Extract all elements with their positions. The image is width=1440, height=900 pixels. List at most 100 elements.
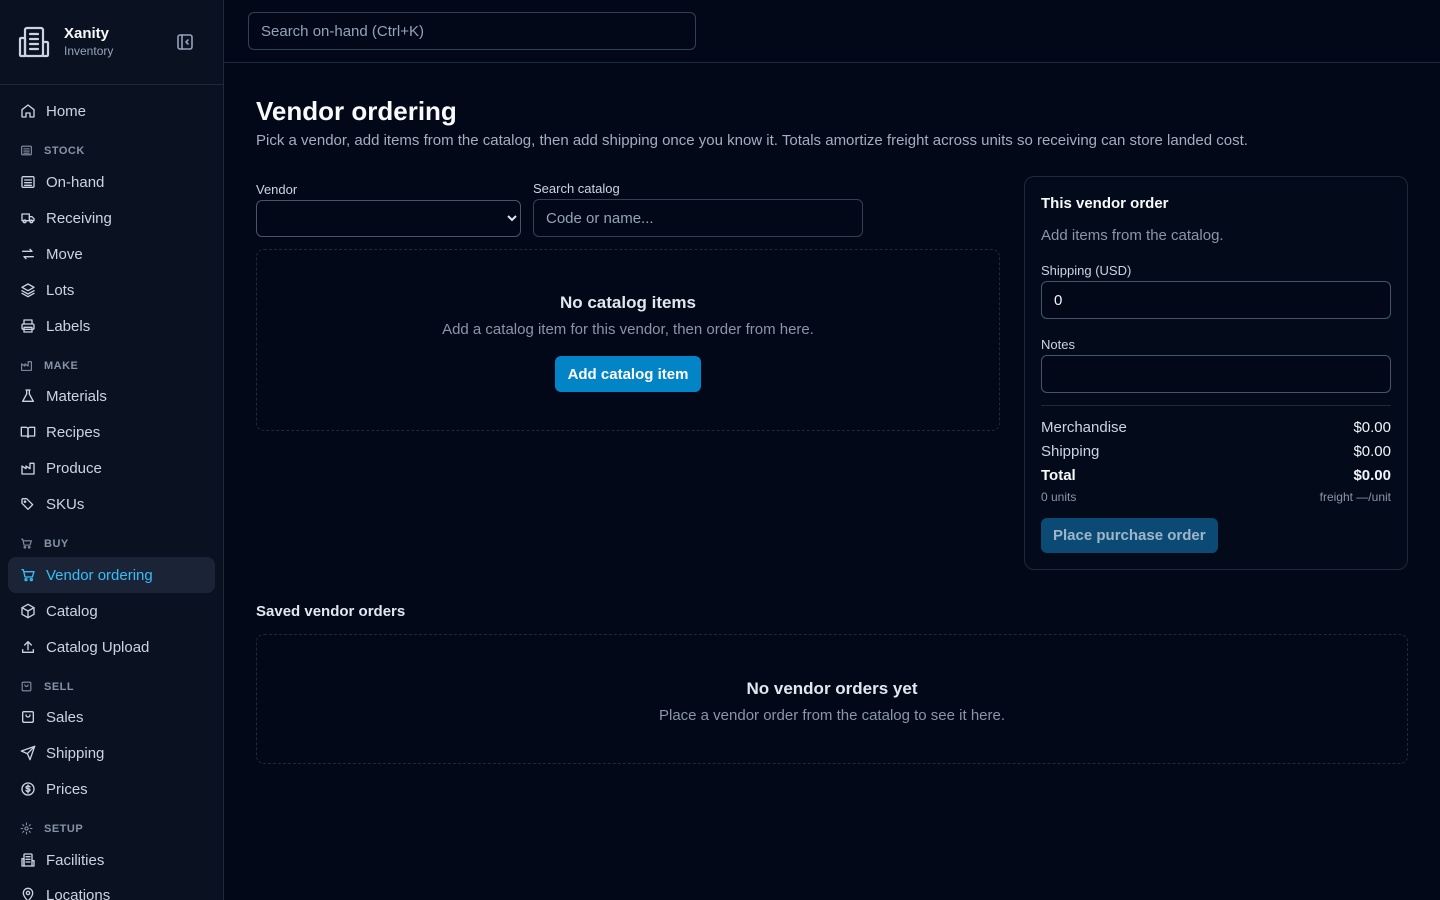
merchandise-row: Merchandise $0.00	[1041, 419, 1391, 436]
saved-orders-empty-title: No vendor orders yet	[746, 679, 918, 698]
catalog-empty-state: No catalog items Add a catalog item for …	[256, 249, 1000, 431]
warehouse-icon	[21, 145, 32, 156]
sidebar-item-label: Materials	[46, 387, 107, 405]
sidebar-item-label: Move	[46, 245, 83, 263]
package-icon	[21, 603, 35, 619]
units-count: 0 units	[1041, 490, 1077, 504]
vendor-label: Vendor	[256, 182, 298, 197]
sidebar-item-move[interactable]: Move	[8, 236, 215, 272]
sidebar-item-label: Sales	[46, 708, 84, 726]
printer-icon	[21, 319, 35, 333]
vendor-select[interactable]	[256, 200, 521, 237]
sidebar-item-label: Shipping	[46, 744, 105, 762]
building-logo-icon	[18, 26, 50, 58]
order-panel-title: This vendor order	[1041, 195, 1169, 212]
layers-icon	[21, 283, 35, 298]
shipping-row: Shipping $0.00	[1041, 443, 1391, 460]
page-title: Vendor ordering	[256, 96, 457, 126]
sidebar-item-locations[interactable]: Locations	[8, 877, 215, 900]
sidebar: Xanity Inventory Home STOCK On-hand Rece…	[0, 0, 224, 900]
sidebar-item-label: SKUs	[46, 495, 85, 513]
sidebar-item-vendor-ordering[interactable]: Vendor ordering	[8, 557, 215, 593]
notes-input[interactable]	[1041, 355, 1391, 393]
notes-label: Notes	[1041, 337, 1075, 352]
truck-icon	[21, 213, 35, 224]
sidebar-item-label: Catalog Upload	[46, 638, 150, 656]
upload-icon	[22, 641, 34, 653]
shipping-usd-input[interactable]	[1041, 281, 1391, 319]
nav-section-make: MAKE	[20, 359, 78, 372]
sidebar-item-facilities[interactable]: Facilities	[8, 842, 215, 878]
factory-icon	[21, 361, 32, 371]
brand-subtitle: Inventory	[64, 44, 114, 58]
saved-orders-title: Saved vendor orders	[256, 603, 406, 620]
sidebar-item-label: Receiving	[46, 209, 112, 227]
freight-per-unit: freight —/unit	[1319, 490, 1391, 504]
vendor-order-panel: This vendor order Add items from the cat…	[1024, 176, 1408, 570]
total-value: $0.00	[1353, 467, 1391, 484]
sidebar-item-prices[interactable]: Prices	[8, 771, 215, 807]
sidebar-item-label: Recipes	[46, 423, 101, 441]
sidebar-item-sales[interactable]: Sales	[8, 699, 215, 735]
page-description: Pick a vendor, add items from the catalo…	[256, 132, 1248, 149]
sidebar-item-home[interactable]: Home	[8, 93, 215, 129]
shipping-value: $0.00	[1353, 443, 1391, 460]
brand-name: Xanity	[64, 25, 110, 42]
sidebar-item-skus[interactable]: SKUs	[8, 486, 215, 522]
sidebar-item-recipes[interactable]: Recipes	[8, 414, 215, 450]
flask-icon	[22, 389, 34, 402]
cart-icon	[21, 538, 32, 549]
shopping-bag-icon	[21, 681, 32, 692]
sidebar-item-produce[interactable]: Produce	[8, 450, 215, 486]
send-icon	[20, 745, 36, 761]
sidebar-item-lots[interactable]: Lots	[8, 272, 215, 308]
shopping-bag-icon	[22, 711, 34, 723]
sidebar-item-label: On-hand	[46, 173, 105, 191]
sidebar-item-label: Prices	[46, 780, 88, 798]
sidebar-item-labels[interactable]: Labels	[8, 308, 215, 344]
units-freight-row: 0 units freight —/unit	[1041, 490, 1391, 504]
home-icon	[21, 104, 35, 118]
nav-section-setup: SETUP	[20, 822, 83, 835]
sidebar-item-shipping[interactable]: Shipping	[8, 735, 215, 771]
place-purchase-order-button[interactable]: Place purchase order	[1041, 518, 1218, 553]
shipping-usd-label: Shipping (USD)	[1041, 263, 1132, 278]
brand-header: Xanity Inventory	[0, 0, 223, 85]
factory-icon	[21, 462, 35, 475]
merchandise-value: $0.00	[1353, 419, 1391, 436]
sidebar-item-label: Vendor ordering	[46, 566, 153, 584]
order-panel-subtitle: Add items from the catalog.	[1041, 227, 1224, 244]
sidebar-item-receiving[interactable]: Receiving	[8, 200, 215, 236]
global-search-input[interactable]	[248, 12, 696, 50]
summary-divider	[1041, 405, 1391, 406]
map-pin-icon	[22, 887, 34, 900]
warehouse-icon	[21, 176, 35, 188]
sidebar-item-on-hand[interactable]: On-hand	[8, 164, 215, 200]
sidebar-item-materials[interactable]: Materials	[8, 378, 215, 414]
gear-icon	[20, 822, 33, 835]
sidebar-item-label: Locations	[46, 886, 111, 900]
arrows-swap-icon	[22, 248, 34, 260]
catalog-empty-subtitle: Add a catalog item for this vendor, then…	[442, 321, 814, 338]
sidebar-item-label: Produce	[46, 459, 102, 477]
nav-section-sell: SELL	[20, 680, 74, 693]
total-row: Total $0.00	[1041, 467, 1391, 484]
dollar-circle-icon	[21, 782, 35, 796]
tags-icon	[21, 498, 34, 510]
sidebar-item-label: Labels	[46, 317, 91, 335]
cart-icon	[21, 569, 35, 582]
sidebar-item-catalog[interactable]: Catalog	[8, 593, 215, 629]
catalog-search-input[interactable]	[533, 199, 863, 237]
sidebar-item-label: Facilities	[46, 851, 105, 869]
catalog-search-label: Search catalog	[533, 181, 620, 196]
sidebar-item-label: Home	[46, 102, 87, 120]
book-open-icon	[20, 426, 36, 438]
saved-orders-empty-subtitle: Place a vendor order from the catalog to…	[658, 707, 1006, 724]
catalog-empty-title: No catalog items	[559, 293, 697, 312]
sidebar-item-label: Catalog	[46, 602, 98, 620]
add-catalog-item-button[interactable]: Add catalog item	[554, 356, 702, 392]
sidebar-collapse-icon[interactable]	[176, 33, 194, 51]
sidebar-item-catalog-upload[interactable]: Catalog Upload	[8, 629, 215, 665]
saved-orders-empty-state: No vendor orders yet Place a vendor orde…	[256, 634, 1408, 764]
nav-section-buy: BUY	[20, 537, 69, 550]
